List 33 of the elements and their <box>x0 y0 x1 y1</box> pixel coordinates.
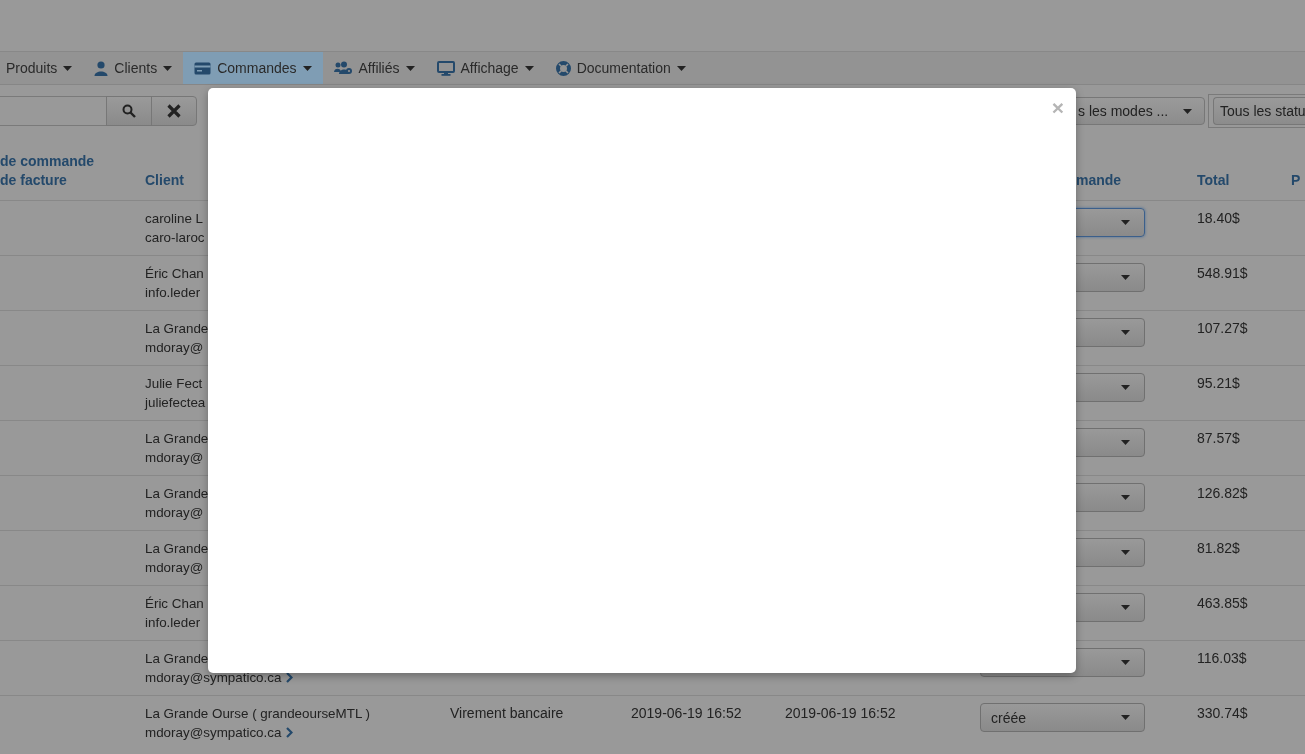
client-email: caro-laroc <box>145 229 206 247</box>
client-name: La Grande <box>145 320 210 338</box>
order-total: 81.82$ <box>1197 539 1241 558</box>
order-total: 18.40$ <box>1197 209 1241 228</box>
order-total: 87.57$ <box>1197 429 1241 448</box>
client-email: mdoray@ <box>145 559 205 577</box>
client-name: La Grande Ourse ( grandeourseMTL ) <box>145 705 372 723</box>
order-total: 126.82$ <box>1197 484 1249 503</box>
table-cell-text: 2019-06-19 16:52 <box>785 704 897 723</box>
client-name: La Grande <box>145 540 210 558</box>
client-email: mdoray@ <box>145 504 205 522</box>
client-email: juliefectea <box>145 394 207 412</box>
order-total: 330.74$ <box>1197 704 1249 723</box>
client-name: Éric Chan <box>145 265 205 283</box>
client-email: mdoray@ <box>145 339 205 357</box>
client-name: La Grande <box>145 430 210 448</box>
client-name: La Grande <box>145 485 210 503</box>
client-email: mdoray@sympatico.ca <box>145 724 282 742</box>
client-name: caroline L <box>145 210 205 228</box>
order-total: 107.27$ <box>1197 319 1249 338</box>
table-cell-text: 2019-06-19 16:52 <box>631 704 743 723</box>
client-email: mdoray@sympatico.ca <box>145 669 282 687</box>
table-cell-text: Virement bancaire <box>450 704 565 723</box>
order-total: 548.91$ <box>1197 264 1249 283</box>
order-total: 116.03$ <box>1197 649 1248 668</box>
client-email: info.leder <box>145 614 202 632</box>
client-email: mdoray@ <box>145 449 205 467</box>
client-email: info.leder <box>145 284 202 302</box>
order-total: 95.21$ <box>1197 374 1241 393</box>
client-name: La Grande <box>145 650 210 668</box>
order-total: 463.85$ <box>1197 594 1249 613</box>
client-name: Éric Chan <box>145 595 205 613</box>
client-name: Julie Fect <box>145 375 204 393</box>
